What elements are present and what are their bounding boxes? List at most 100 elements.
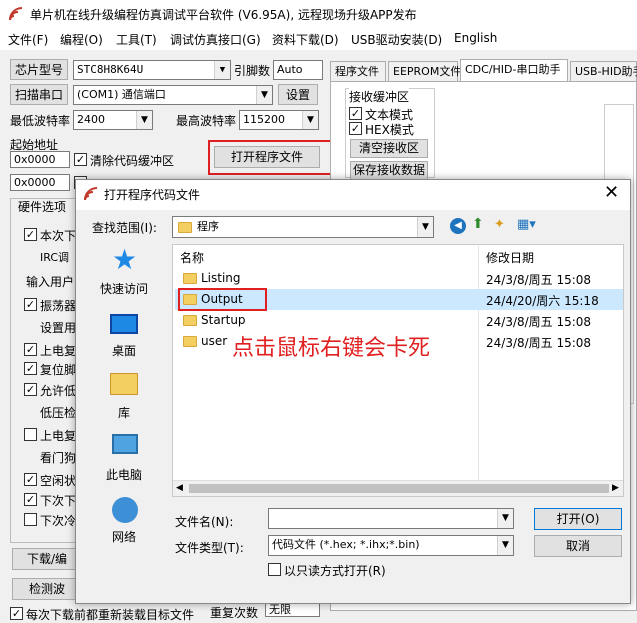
title-bar: 单片机在线升级编程仿真调试平台软件 (V6.95A), 远程现场升级APP发布 [0, 0, 637, 28]
option-label: 低压检 [40, 406, 77, 420]
open-button[interactable]: 打开(O) [534, 508, 622, 530]
option-checkbox[interactable]: ✓ [24, 228, 37, 241]
chip-model-label: 芯片型号 [10, 59, 68, 80]
quick-access-icon: ★ [112, 243, 138, 276]
option-label: 上电复 [40, 344, 77, 358]
tab-program-file[interactable]: 程序文件 [330, 61, 386, 81]
option-label: 上电复 [40, 429, 77, 443]
cancel-button[interactable]: 取消 [534, 535, 622, 557]
scan-port-button[interactable]: 扫描串口 [10, 84, 68, 105]
app-logo-icon [84, 187, 98, 201]
menu-usb-driver[interactable]: USB驱动安装(D) [351, 31, 442, 48]
detect-button[interactable]: 检测波 [12, 578, 82, 600]
filename-label: 文件名(N): [175, 515, 234, 529]
tab-eeprom-file[interactable]: EEPROM文件 [388, 61, 461, 81]
tab-cdc-hid-serial[interactable]: CDC/HID-串口助手 [460, 59, 568, 81]
nav-library[interactable]: 库 [95, 404, 153, 421]
look-in-value: 程序 [197, 220, 219, 233]
text-mode-checkbox[interactable]: ✓ [349, 107, 362, 120]
menu-english[interactable]: English [454, 31, 497, 45]
readonly-checkbox[interactable] [268, 563, 281, 576]
scrollbar-thumb[interactable] [189, 484, 609, 493]
retry-label: 重复次数 [210, 606, 259, 620]
filetype-label: 文件类型(T): [175, 541, 244, 555]
option-label: 允许低 [40, 384, 77, 398]
option-checkbox[interactable]: ✓ [24, 298, 37, 311]
menu-tools[interactable]: 工具(T) [116, 31, 157, 48]
menu-debug[interactable]: 调试仿真接口(G) [170, 31, 261, 48]
retry-select[interactable]: 无限 [265, 603, 320, 617]
desktop-icon [110, 314, 138, 334]
view-menu-icon[interactable]: ▦▾ [517, 217, 536, 232]
menu-program[interactable]: 编程(O) [60, 31, 103, 48]
look-in-label: 查找范围(I): [92, 221, 157, 235]
hex-mode-checkbox[interactable]: ✓ [349, 122, 362, 135]
option-label: 看门狗 [40, 451, 77, 465]
option-checkbox[interactable] [24, 428, 37, 441]
clear-code-checkbox[interactable]: ✓ [74, 153, 87, 166]
save-recv-button[interactable]: 保存接收数据 [350, 161, 428, 180]
file-date: 24/3/8/周五 15:08 [486, 315, 592, 329]
menu-file[interactable]: 文件(F) [8, 31, 48, 48]
column-name[interactable]: 名称 [180, 249, 204, 266]
reload-checkbox[interactable]: ✓ [10, 607, 23, 620]
min-baud-label: 最低波特率 [10, 114, 71, 128]
clear-code-label: 清除代码缓冲区 [90, 154, 175, 168]
up-folder-icon[interactable]: ⬆ [472, 216, 484, 232]
highlight-output-folder [178, 288, 267, 311]
column-date[interactable]: 修改日期 [486, 249, 534, 266]
recv-buffer-label: 接收缓冲区 [349, 88, 410, 105]
download-button[interactable]: 下载/编 [12, 548, 82, 570]
file-row[interactable]: Listing 24/3/8/周五 15:08 [175, 268, 623, 289]
nav-this-pc[interactable]: 此电脑 [95, 466, 153, 483]
look-in-select[interactable]: 程序 ▼ [172, 216, 434, 238]
this-pc-icon [112, 434, 138, 454]
address-field-2[interactable]: 0x0000 [10, 174, 70, 191]
chip-model-select[interactable]: STC8H8K64U ▼ [73, 60, 231, 80]
option-checkbox[interactable]: ✓ [24, 362, 37, 375]
pin-count-label: 引脚数 [234, 64, 271, 78]
port-select[interactable]: (COM1) 通信端口 ▼ [73, 85, 273, 105]
option-checkbox[interactable]: ✓ [24, 383, 37, 396]
back-icon[interactable]: ◀ [450, 218, 466, 234]
reload-label: 每次下载前都重新装载目标文件 [26, 608, 195, 622]
address-field-1[interactable]: 0x0000 [10, 151, 70, 168]
option-checkbox[interactable] [24, 513, 37, 526]
max-baud-label: 最高波特率 [176, 114, 237, 128]
filename-input[interactable]: ▼ [268, 508, 514, 529]
scroll-left-icon[interactable]: ◀ [176, 483, 183, 493]
scroll-right-icon[interactable]: ▶ [612, 483, 619, 493]
file-row[interactable]: Startup 24/3/8/周五 15:08 [175, 310, 623, 331]
network-icon [112, 497, 138, 523]
library-icon [110, 373, 138, 395]
option-label: 复位脚 [40, 363, 77, 377]
pin-count-select[interactable]: Auto [273, 60, 323, 80]
clear-recv-button[interactable]: 清空接收区 [350, 139, 428, 158]
filetype-select[interactable]: 代码文件 (*.hex; *.ihx;*.bin) ▼ [268, 535, 514, 556]
close-icon[interactable]: ✕ [604, 182, 619, 203]
annotation-text: 点击鼠标右键会卡死 [232, 336, 431, 361]
horizontal-scrollbar[interactable]: ◀ ▶ [173, 480, 623, 496]
option-checkbox[interactable]: ✓ [24, 343, 37, 356]
nav-quick-access[interactable]: 快速访问 [95, 280, 153, 297]
folder-icon [178, 222, 192, 233]
settings-button[interactable]: 设置 [278, 84, 318, 105]
nav-desktop[interactable]: 桌面 [95, 342, 153, 359]
min-baud-select[interactable]: 2400 ▼ [73, 110, 153, 130]
pin-count-value: Auto [277, 63, 303, 76]
nav-network[interactable]: 网络 [95, 528, 153, 545]
chevron-down-icon: ▼ [214, 61, 230, 79]
tab-usb-hid[interactable]: USB-HID助手 [570, 61, 637, 81]
option-label: 振荡器 [40, 299, 77, 313]
menu-download[interactable]: 资料下载(D) [272, 31, 339, 48]
folder-icon [183, 273, 197, 284]
menu-bar: 文件(F) 编程(O) 工具(T) 调试仿真接口(G) 资料下载(D) USB驱… [0, 28, 637, 50]
option-checkbox[interactable]: ✓ [24, 493, 37, 506]
max-baud-select[interactable]: 115200 ▼ [239, 110, 319, 130]
option-checkbox[interactable]: ✓ [24, 473, 37, 486]
file-date: 24/4/20/周六 15:18 [486, 294, 599, 308]
new-folder-icon[interactable]: ✦ [494, 217, 505, 232]
file-date: 24/3/8/周五 15:08 [486, 273, 592, 287]
option-label: 本次下 [40, 229, 77, 243]
chevron-down-icon: ▼ [302, 111, 318, 129]
